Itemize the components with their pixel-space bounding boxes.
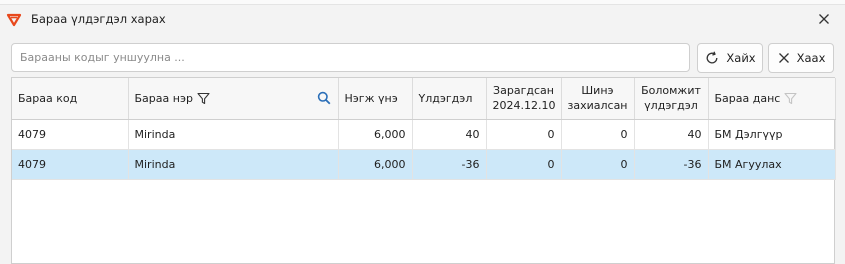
dialog-window: Бараа үлдэгдэл харах Хайх Хаах Бараа код (0, 5, 845, 264)
close-button-label: Хаах (796, 51, 826, 65)
cell-available: -36 (634, 149, 709, 180)
column-header-new-order[interactable]: Шинэ захиалсан (561, 78, 635, 120)
column-header-code[interactable]: Бараа код (12, 78, 129, 120)
cell-unit-price: 6,000 (338, 149, 413, 180)
stock-table: Бараа код Бараа нэр Нэгж үнэ Үлдэгдэл За… (12, 78, 836, 180)
column-header-available[interactable]: Боломжит үлдэгдэл (634, 78, 709, 120)
column-header-spent[interactable]: Зарагдсан 2024.12.10 (486, 78, 562, 120)
window-close-icon[interactable] (816, 11, 832, 27)
cell-account: БМ Агуулах (708, 149, 836, 180)
refresh-icon (706, 51, 718, 64)
table-row-selected[interactable]: 4079 Mirinda 6,000 -36 0 0 -36 БМ Агуула… (12, 149, 836, 180)
cell-balance: 40 (412, 119, 487, 150)
app-logo-icon (6, 13, 22, 27)
cell-new-order: 0 (561, 149, 635, 180)
cell-new-order: 0 (561, 119, 635, 150)
stock-balance-grid: Бараа код Бараа нэр Нэгж үнэ Үлдэгдэл За… (11, 77, 836, 264)
search-button[interactable]: Хайх (697, 43, 763, 73)
barcode-search-input[interactable] (11, 43, 690, 72)
cell-code: 4079 (12, 149, 129, 180)
cell-name: Mirinda (128, 119, 339, 150)
column-header-balance[interactable]: Үлдэгдэл (412, 78, 487, 120)
column-header-account[interactable]: Бараа данс (708, 78, 836, 120)
cell-balance: -36 (412, 149, 487, 180)
cell-code: 4079 (12, 119, 129, 150)
column-header-name[interactable]: Бараа нэр (128, 78, 339, 120)
filter-icon[interactable] (784, 92, 797, 105)
cell-spent: 0 (486, 149, 562, 180)
cell-name: Mirinda (128, 149, 339, 180)
search-icon[interactable] (317, 91, 331, 105)
table-row[interactable]: 4079 Mirinda 6,000 40 0 0 40 БМ Дэлгүүр (12, 119, 836, 150)
cell-available: 40 (634, 119, 709, 150)
close-button[interactable]: Хаах (768, 43, 834, 73)
cell-account: БМ Дэлгүүр (708, 119, 836, 150)
cell-spent: 0 (486, 119, 562, 150)
column-header-unit-price[interactable]: Нэгж үнэ (338, 78, 413, 120)
window-title: Бараа үлдэгдэл харах (31, 12, 166, 26)
title-bar: Бараа үлдэгдэл харах (0, 5, 845, 33)
cell-unit-price: 6,000 (338, 119, 413, 150)
search-button-label: Хайх (726, 51, 756, 65)
close-icon (778, 53, 789, 63)
filter-icon[interactable] (197, 92, 210, 105)
table-header-row: Бараа код Бараа нэр Нэгж үнэ Үлдэгдэл За… (12, 78, 836, 120)
